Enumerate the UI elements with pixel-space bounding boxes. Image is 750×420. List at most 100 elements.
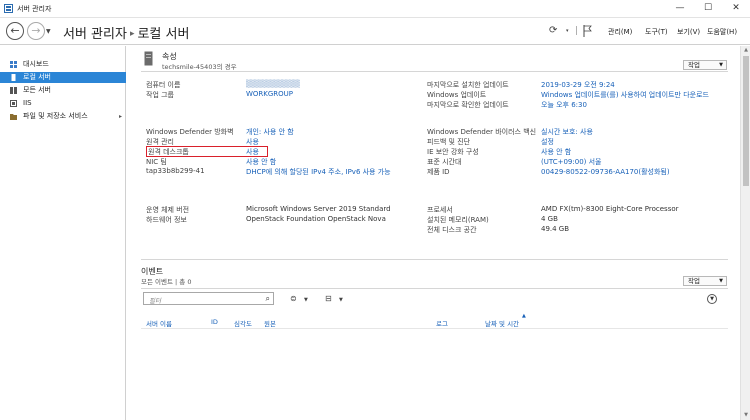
save-query-icon[interactable]: ⊟ [325, 294, 332, 303]
chevron-down-icon[interactable]: ▼ [339, 297, 343, 303]
prop-label-disk-space: 전체 디스크 공간 [427, 226, 477, 234]
file-storage-icon [10, 114, 17, 120]
column-header-server-name[interactable]: 서버 이름 [146, 318, 172, 328]
events-subtitle: 모든 이벤트 | 총 0 [141, 278, 192, 286]
breadcrumb-separator: ▸ [129, 29, 135, 39]
prop-value-processor: AMD FX(tm)-8300 Eight-Core Processor [541, 205, 679, 213]
vertical-scrollbar[interactable]: ▲ ▼ [740, 46, 750, 420]
prop-value-disk-space: 49.4 GB [541, 225, 570, 233]
close-button[interactable]: ✕ [722, 0, 750, 18]
column-header-divider [141, 328, 728, 329]
column-header-date-time[interactable]: 날짜 및 시간 [485, 318, 519, 328]
column-header-id[interactable]: ID [211, 318, 218, 326]
chevron-down-icon: ▼ [719, 278, 723, 284]
prop-value-nic-team[interactable]: 사용 안 함 [246, 157, 276, 167]
prop-value-product-id[interactable]: 00429-80522-09736-AA170(활성화됨) [541, 167, 670, 177]
prop-value-network-adapter[interactable]: DHCP에 의해 할당된 IPv4 주소, IPv6 사용 가능 [246, 167, 391, 177]
sidebar-item-local-server[interactable]: 로컬 서버 [0, 72, 126, 83]
tasks-label: 작업 [688, 277, 700, 285]
flag-icon[interactable] [583, 25, 592, 37]
minimize-button[interactable]: — [666, 0, 694, 18]
chevron-down-icon[interactable]: ▼ [304, 297, 308, 303]
prop-label-nic-team: NIC 팀 [146, 158, 167, 166]
prop-value-last-checked-update[interactable]: 오늘 오후 6:30 [541, 100, 587, 110]
breadcrumb: 서버 관리자 ▸ 로컬 서버 [63, 23, 189, 42]
menu-tools[interactable]: 도구(T) [645, 27, 668, 37]
title-bar: 서버 관리자 — ☐ ✕ [0, 0, 750, 18]
expand-icon[interactable]: ▼ [707, 294, 717, 304]
sidebar-item-dashboard[interactable]: 대시보드 [0, 59, 126, 70]
local-server-icon [11, 74, 16, 81]
prop-value-last-installed-update[interactable]: 2019-03-29 오전 9:24 [541, 80, 615, 90]
prop-value-os-version: Microsoft Windows Server 2019 Standard [246, 205, 391, 213]
prop-value-time-zone[interactable]: (UTC+09:00) 서울 [541, 157, 601, 167]
forward-icon[interactable]: → [27, 22, 45, 40]
properties-subtitle: techsmile-45403의 경우 [162, 63, 237, 71]
menu-view[interactable]: 보기(V) [677, 27, 700, 37]
column-header-log[interactable]: 로그 [436, 318, 448, 328]
section-divider [141, 71, 728, 72]
menu-help[interactable]: 도움말(H) [707, 27, 737, 37]
sidebar-item-all-servers[interactable]: 모든 서버 [0, 85, 126, 96]
prop-value-workgroup[interactable]: WORKGROUP [246, 90, 293, 98]
sidebar-item-label: 파일 및 저장소 서비스 [23, 112, 88, 120]
prop-label-ie-esc: IE 보안 강화 구성 [427, 148, 479, 156]
prop-label-hardware: 하드웨어 정보 [146, 216, 187, 224]
sidebar: 대시보드 로컬 서버 모든 서버 IIS 파일 및 저장소 서비스 ▸ [0, 46, 126, 420]
remote-desktop-highlight [146, 146, 268, 157]
prop-label-computer-name: 컴퓨터 이름 [146, 81, 181, 89]
column-header-source[interactable]: 원본 [264, 318, 276, 328]
iis-icon [10, 100, 17, 107]
menu-manage[interactable]: 관리(M) [608, 27, 632, 37]
sidebar-item-label: IIS [23, 99, 32, 107]
prop-label-os-version: 운영 체제 버전 [146, 206, 190, 214]
maximize-button[interactable]: ☐ [694, 0, 722, 18]
prop-value-hardware: OpenStack Foundation OpenStack Nova [246, 215, 386, 223]
scroll-down-icon[interactable]: ▼ [741, 412, 750, 418]
window-title: 서버 관리자 [17, 5, 52, 13]
prop-label-memory: 설치된 메모리(RAM) [427, 216, 489, 224]
chevron-down-icon: ▼ [719, 62, 723, 68]
events-tasks-button[interactable]: 작업 ▼ [683, 276, 727, 286]
chevron-right-icon[interactable]: ▸ [119, 111, 122, 122]
sidebar-item-file-storage[interactable]: 파일 및 저장소 서비스 ▸ [0, 111, 126, 122]
prop-label-network-adapter: tap33b8b299-41 [146, 167, 205, 175]
prop-value-firewall[interactable]: 개인: 사용 안 함 [246, 127, 294, 137]
sidebar-item-label: 모든 서버 [23, 86, 51, 94]
prop-label-product-id: 제품 ID [427, 168, 450, 176]
refresh-dropdown-icon[interactable]: ▾ [566, 28, 569, 34]
sidebar-item-iis[interactable]: IIS [0, 98, 126, 109]
header-bar: ← → ▼ 서버 관리자 ▸ 로컬 서버 ⟳ ▾ | 관리(M) 도구(T) 보기(… [0, 18, 750, 45]
breadcrumb-root[interactable]: 서버 관리자 [63, 27, 127, 42]
prop-label-firewall: Windows Defender 방화벽 [146, 128, 234, 136]
history-dropdown-icon[interactable]: ▼ [46, 28, 51, 35]
prop-label-feedback: 피드백 및 진단 [427, 138, 471, 146]
back-icon[interactable]: ← [6, 22, 24, 40]
prop-value-ie-esc[interactable]: 사용 안 함 [541, 147, 571, 157]
prop-label-processor: 프로세서 [427, 206, 453, 214]
section-divider [141, 259, 728, 260]
tasks-label: 작업 [688, 61, 700, 69]
prop-label-time-zone: 표준 시간대 [427, 158, 462, 166]
prop-label-antivirus: Windows Defender 바이러스 백신 [427, 128, 537, 136]
all-servers-icon [10, 87, 17, 94]
search-icon[interactable]: ⌕ [266, 294, 270, 304]
list-options-icon[interactable]: ⊜ [290, 294, 297, 303]
prop-label-last-installed-update: 마지막으로 설치한 업데이트 [427, 81, 509, 89]
prop-value-windows-update[interactable]: Windows 업데이트를(를) 사용하여 업데이트만 다운로드 [541, 90, 709, 100]
prop-value-antivirus[interactable]: 실시간 보호: 사용 [541, 127, 593, 137]
scroll-up-icon[interactable]: ▲ [741, 47, 750, 53]
prop-value-feedback[interactable]: 설정 [541, 137, 554, 147]
prop-value-computer-name[interactable]: ▒▒▒▒▒▒▒▒▒▒ [246, 80, 300, 88]
dashboard-icon [10, 61, 17, 68]
properties-tasks-button[interactable]: 작업 ▼ [683, 60, 727, 70]
scrollbar-thumb[interactable] [743, 56, 749, 186]
prop-label-windows-update: Windows 업데이트 [427, 91, 487, 99]
refresh-icon[interactable]: ⟳ [549, 25, 557, 36]
breadcrumb-current: 로컬 서버 [137, 27, 190, 42]
server-manager-icon [4, 4, 13, 13]
column-header-severity[interactable]: 심각도 [234, 318, 252, 328]
filter-placeholder: 필터 [149, 297, 161, 305]
events-filter-input[interactable]: 필터 ⌕ [143, 292, 274, 305]
prop-value-memory: 4 GB [541, 215, 558, 223]
